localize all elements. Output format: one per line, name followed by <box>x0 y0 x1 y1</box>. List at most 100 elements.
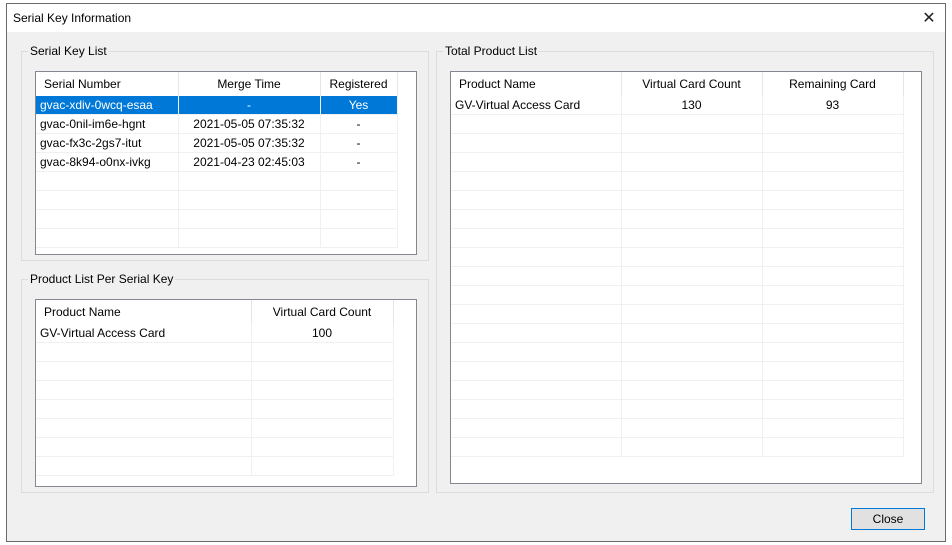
empty-cell <box>621 285 763 305</box>
column-header-registered[interactable]: Registered <box>320 72 398 96</box>
empty-cell <box>36 437 252 457</box>
empty-cell <box>451 380 622 400</box>
serial-key-list-group: Serial Key List Serial Number Merge Time… <box>21 44 429 261</box>
empty-cell <box>451 247 622 267</box>
empty-cell <box>251 380 394 400</box>
serial-key-information-dialog: Serial Key Information ✕ Serial Key List… <box>6 3 946 542</box>
close-button[interactable]: Close <box>851 508 925 530</box>
product-list-per-serial-group: Product List Per Serial Key Product Name… <box>21 272 429 493</box>
table-row[interactable]: GV-Virtual Access Card 130 93 <box>451 96 904 115</box>
empty-cell <box>762 285 904 305</box>
empty-row <box>451 399 904 419</box>
empty-cell <box>762 361 904 381</box>
serial-key-table: Serial Number Merge Time Registered gvac… <box>36 72 398 248</box>
total-product-list-label: Total Product List <box>443 44 540 58</box>
product-list-per-serial-label: Product List Per Serial Key <box>28 272 176 286</box>
product-per-serial-table: Product Name Virtual Card Count GV-Virtu… <box>36 300 394 476</box>
empty-cell <box>621 380 763 400</box>
table-row[interactable]: gvac-fx3c-2gs7-itut 2021-05-05 07:35:32- <box>36 133 398 153</box>
column-header-remaining-card[interactable]: Remaining Card <box>762 72 904 96</box>
table-row[interactable]: GV-Virtual Access Card 100 <box>36 324 394 343</box>
close-icon[interactable]: ✕ <box>913 4 945 32</box>
empty-cell <box>451 437 622 457</box>
table-row[interactable]: gvac-8k94-o0nx-ivkg 2021-04-23 02:45:03- <box>36 152 398 172</box>
empty-cell <box>762 114 904 134</box>
title-bar: Serial Key Information ✕ <box>7 4 945 32</box>
empty-cell <box>762 304 904 324</box>
empty-row <box>36 437 394 457</box>
empty-cell <box>451 323 622 343</box>
empty-row <box>36 380 394 400</box>
empty-cell <box>621 342 763 362</box>
empty-row <box>451 114 904 134</box>
empty-cell <box>621 399 763 419</box>
column-header-merge-time[interactable]: Merge Time <box>178 72 321 96</box>
empty-cell <box>251 418 394 438</box>
empty-row <box>36 456 394 476</box>
empty-cell <box>621 228 763 248</box>
empty-cell <box>762 437 904 457</box>
column-header-virtual-card-count[interactable]: Virtual Card Count <box>621 72 763 96</box>
empty-row <box>451 171 904 191</box>
empty-cell <box>36 456 252 476</box>
empty-cell <box>621 247 763 267</box>
empty-cell <box>621 171 763 191</box>
empty-cell <box>36 209 179 229</box>
empty-cell <box>320 228 398 248</box>
product-per-serial-listview[interactable]: Product Name Virtual Card Count GV-Virtu… <box>35 299 417 487</box>
table-cell: - <box>320 152 398 172</box>
empty-cell <box>762 209 904 229</box>
empty-cell <box>762 342 904 362</box>
empty-row <box>451 418 904 438</box>
empty-cell <box>320 171 398 191</box>
empty-cell <box>621 152 763 172</box>
empty-cell <box>36 171 179 191</box>
empty-cell <box>251 342 394 362</box>
table-cell: GV-Virtual Access Card <box>36 324 252 343</box>
empty-cell <box>762 171 904 191</box>
total-product-table: Product Name Virtual Card Count Remainin… <box>451 72 904 457</box>
empty-cell <box>320 190 398 210</box>
table-cell: gvac-fx3c-2gs7-itut <box>36 133 179 153</box>
table-row[interactable]: gvac-0nil-im6e-hgnt 2021-05-05 07:35:32- <box>36 114 398 134</box>
serial-key-listview[interactable]: Serial Number Merge Time Registered gvac… <box>35 71 417 255</box>
column-header-virtual-card-count[interactable]: Virtual Card Count <box>251 300 394 324</box>
empty-cell <box>251 399 394 419</box>
empty-row <box>451 228 904 248</box>
empty-cell <box>762 152 904 172</box>
empty-cell <box>178 228 321 248</box>
empty-row <box>451 133 904 153</box>
total-product-listview[interactable]: Product Name Virtual Card Count Remainin… <box>450 71 922 484</box>
empty-cell <box>621 304 763 324</box>
column-header-product-name[interactable]: Product Name <box>36 300 252 324</box>
empty-row <box>451 437 904 457</box>
table-cell: 130 <box>621 96 763 115</box>
table-cell: 93 <box>762 96 904 115</box>
table-cell: 2021-04-23 02:45:03 <box>178 152 321 172</box>
table-cell: GV-Virtual Access Card <box>451 96 622 115</box>
empty-cell <box>762 323 904 343</box>
empty-cell <box>762 418 904 438</box>
empty-cell <box>36 361 252 381</box>
empty-row <box>451 361 904 381</box>
empty-row <box>451 209 904 229</box>
column-header-serial-number[interactable]: Serial Number <box>36 72 179 96</box>
empty-cell <box>36 190 179 210</box>
empty-row <box>36 418 394 438</box>
empty-cell <box>251 456 394 476</box>
empty-cell <box>451 361 622 381</box>
table-cell: gvac-0nil-im6e-hgnt <box>36 114 179 134</box>
empty-cell <box>251 361 394 381</box>
table-cell: Yes <box>320 96 398 115</box>
column-header-product-name[interactable]: Product Name <box>451 72 622 96</box>
table-row[interactable]: gvac-xdiv-0wcq-esaa - Yes <box>36 96 398 115</box>
empty-row <box>36 209 398 229</box>
empty-cell <box>621 190 763 210</box>
empty-cell <box>762 399 904 419</box>
empty-row <box>36 399 394 419</box>
empty-cell <box>451 266 622 286</box>
empty-cell <box>451 209 622 229</box>
empty-cell <box>178 209 321 229</box>
empty-row <box>36 361 394 381</box>
empty-cell <box>451 190 622 210</box>
